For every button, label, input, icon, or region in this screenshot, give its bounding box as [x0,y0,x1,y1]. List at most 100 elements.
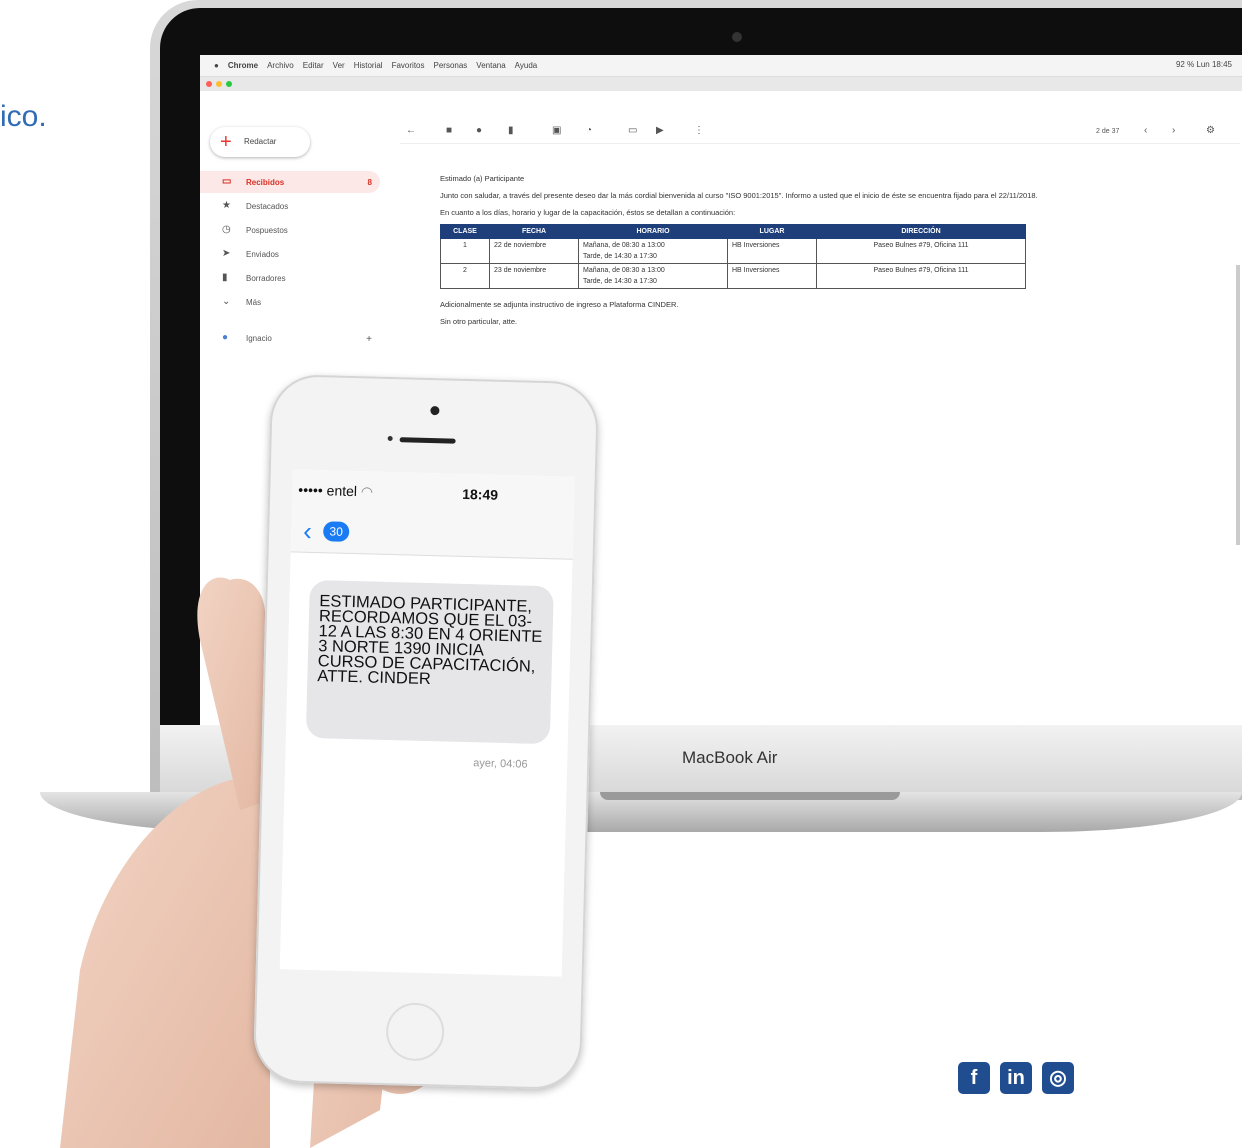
back-chevron-icon[interactable]: ‹ [303,516,312,547]
menu-ventana[interactable]: Ventana [476,61,505,70]
sidebar-item-more[interactable]: ⌄ Más [200,291,380,313]
archive-icon[interactable]: ■ [446,125,452,136]
inbox-icon: ▭ [222,176,232,187]
sidebar-item-snoozed[interactable]: ◷ Pospuestos [200,219,380,241]
plus-icon: + [220,131,232,153]
apple-icon[interactable]: ● [214,61,219,70]
social-links: f in ◎ [958,1062,1074,1094]
instagram-icon[interactable]: ◎ [1042,1062,1074,1094]
laptop-notch [600,792,900,800]
sidebar-item-label: Recibidos [246,178,285,187]
account-name: Ignacio [246,334,272,343]
schedule-table: CLASE FECHA HORARIO LUGAR DIRECCIÓN 1 22… [440,224,1026,289]
table-cell: HB Inversiones [727,263,817,289]
table-header: HORARIO [578,224,728,239]
delete-icon[interactable]: ▮ [508,125,514,136]
laptop-camera [732,32,742,42]
unread-count: 8 [367,178,372,187]
sidebar-item-label: Borradores [246,274,286,283]
menu-status: 92 % Lun 18:45 [1175,60,1232,69]
table-header: FECHA [489,224,579,239]
phone-speaker [399,437,456,444]
sidebar-item-label: Más [246,298,262,307]
facebook-icon[interactable]: f [958,1062,990,1094]
prev-icon[interactable]: ‹ [1144,125,1147,136]
phone-screen: ••••• entel ◠ 18:49 ‹ 30 ESTIMADO PARTIC… [279,469,575,977]
label-icon[interactable]: ▶ [656,125,664,136]
table-cell: 1 [440,238,490,264]
sms-bubble: ESTIMADO PARTICIPANTE, RECORDAMOS QUE EL… [305,579,554,745]
next-icon[interactable]: › [1172,125,1175,136]
laptop-brand: MacBook Air [682,748,778,767]
menu-favoritos[interactable]: Favoritos [392,61,425,70]
more-options-icon[interactable]: ⋮ [694,125,704,136]
table-cell: HB Inversiones [727,238,817,264]
table-row: 1 22 de noviembre Mañana, de 08:30 a 13:… [440,238,1026,264]
heading-fragment: ico. [0,100,47,133]
back-arrow-icon[interactable]: ← [406,125,416,136]
sidebar-item-inbox[interactable]: ▭ Recibidos 8 [200,171,380,193]
compose-label: Redactar [244,137,277,146]
menu-chrome[interactable]: Chrome [228,61,258,70]
sidebar-item-drafts[interactable]: ▮ Borradores [200,267,380,289]
menu-ver[interactable]: Ver [333,61,345,70]
wifi-icon: ◠ [360,483,374,500]
menu-personas[interactable]: Personas [434,61,468,70]
sms-timestamp: ayer, 04:06 [473,757,528,771]
compose-button[interactable]: + Redactar [210,127,310,157]
report-spam-icon[interactable]: ● [476,125,482,136]
clock-icon: ◷ [222,224,231,235]
star-icon: ★ [222,200,231,211]
message-closing: Sin otro particular, atte. [440,317,518,326]
linkedin-icon[interactable]: in [1000,1062,1032,1094]
message-details: En cuanto a los días, horario y lugar de… [440,208,736,217]
table-cell: 22 de noviembre [489,238,579,264]
menu-editar[interactable]: Editar [303,61,324,70]
table-cell: Paseo Bulnes #79, Oficina 111 [816,263,1026,289]
gear-icon[interactable]: ⚙ [1206,125,1215,136]
table-header: LUGAR [727,224,817,239]
table-cell: Paseo Bulnes #79, Oficina 111 [816,238,1026,264]
messages-nav-bar: ‹ 30 [290,509,574,560]
browser-tab-bar [200,77,1242,91]
move-to-icon[interactable]: ▭ [628,125,637,136]
scrollbar[interactable] [1236,265,1240,545]
message-attachment-note: Adicionalmente se adjunta instructivo de… [440,300,679,309]
mark-unread-icon[interactable]: ▣ [552,125,561,136]
table-row: 2 23 de noviembre Mañana, de 08:30 a 13:… [440,263,1026,289]
sidebar-item-starred[interactable]: ★ Destacados [200,195,380,217]
pager-text: 2 de 37 [1096,128,1120,135]
snooze-icon[interactable]: ◔ [586,125,592,136]
table-cell: 23 de noviembre [489,263,579,289]
sidebar-item-sent[interactable]: ➤ Enviados [200,243,380,265]
minimize-window-icon[interactable] [216,81,222,87]
menu-historial[interactable]: Historial [354,61,383,70]
table-cell: Mañana, de 08:30 a 13:00 Tarde, de 14:30… [578,263,728,289]
carrier-label: ••••• entel ◠ [298,481,374,500]
unread-badge[interactable]: 30 [322,521,350,542]
avatar: ● [222,332,229,343]
message-greeting: Estimado (a) Participante [440,174,525,183]
draft-icon: ▮ [222,272,228,283]
phone: ••••• entel ◠ 18:49 ‹ 30 ESTIMADO PARTIC… [252,373,600,1091]
phone-camera [430,406,440,416]
close-window-icon[interactable] [206,81,212,87]
menu-ayuda[interactable]: Ayuda [515,61,538,70]
table-cell: Mañana, de 08:30 a 13:00 Tarde, de 14:30… [578,238,728,264]
sidebar-item-label: Destacados [246,202,289,211]
send-icon: ➤ [222,248,231,259]
zoom-window-icon[interactable] [226,81,232,87]
table-cell: 2 [440,263,490,289]
message-intro: Junto con saludar, a través del presente… [440,191,1038,200]
table-header: DIRECCIÓN [816,224,1026,239]
sidebar-item-label: Pospuestos [246,226,288,235]
sidebar-item-label: Enviados [246,250,279,259]
home-button[interactable] [385,1002,444,1061]
chevron-down-icon: ⌄ [222,296,231,307]
phone-clock: 18:49 [462,485,499,503]
phone-sensor [387,435,393,442]
menu-archivo[interactable]: Archivo [267,61,294,70]
mac-menu-bar: ● Chrome Archivo Editar Ver Historial Fa… [200,55,1242,77]
add-icon[interactable]: + [366,334,372,345]
account-item[interactable]: ● Ignacio + [200,327,380,349]
